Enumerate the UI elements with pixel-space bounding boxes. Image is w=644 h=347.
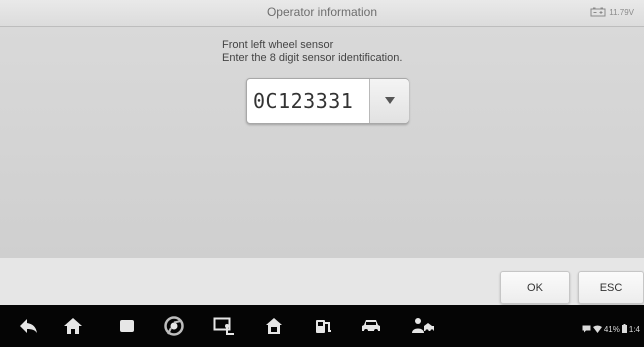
- wifi-icon: [592, 320, 602, 338]
- vci-home-icon[interactable]: [263, 316, 285, 336]
- esc-button[interactable]: ESC: [578, 271, 644, 304]
- back-icon[interactable]: [17, 316, 39, 336]
- battery-percent: 41%: [603, 324, 620, 334]
- sensor-id-combobox: [246, 78, 409, 124]
- chrome-icon[interactable]: [163, 316, 185, 336]
- screenshot-icon[interactable]: [213, 316, 235, 336]
- prompt-line-instruction: Enter the 8 digit sensor identification.: [222, 52, 403, 64]
- battery-voltage: 11.79V: [609, 7, 634, 17]
- prompt-text: Front left wheel sensor Enter the 8 digi…: [222, 39, 402, 65]
- support-icon[interactable]: [410, 316, 436, 336]
- dropdown-arrow-icon: [384, 92, 396, 110]
- car-icon[interactable]: [360, 316, 382, 336]
- page-title: Operator information: [266, 5, 378, 19]
- message-icon: [582, 320, 591, 338]
- content-area: Front left wheel sensor Enter the 8 digi…: [0, 27, 644, 257]
- title-bar: Operator information 11.79V: [0, 0, 644, 27]
- clock: 1:4: [628, 324, 640, 334]
- home-icon[interactable]: [62, 316, 84, 336]
- vehicle-battery-indicator: 11.79V: [590, 7, 634, 17]
- footer-bar: OK ESC: [0, 257, 644, 306]
- prompt-line-sensor: Front left wheel sensor: [222, 39, 334, 51]
- screen: Operator information 11.79V Front left w…: [0, 0, 644, 347]
- sensor-id-input[interactable]: [247, 79, 369, 123]
- ok-button[interactable]: OK: [500, 271, 570, 304]
- system-status-area: 41% 1:4: [582, 320, 640, 338]
- service-car-icon[interactable]: [312, 316, 334, 336]
- tablet-battery-icon: [621, 320, 627, 338]
- android-navigation-bar: 41% 1:4: [0, 305, 644, 347]
- recent-apps-icon[interactable]: [116, 316, 138, 336]
- battery-icon: [590, 7, 606, 17]
- sensor-id-dropdown-button[interactable]: [369, 79, 409, 123]
